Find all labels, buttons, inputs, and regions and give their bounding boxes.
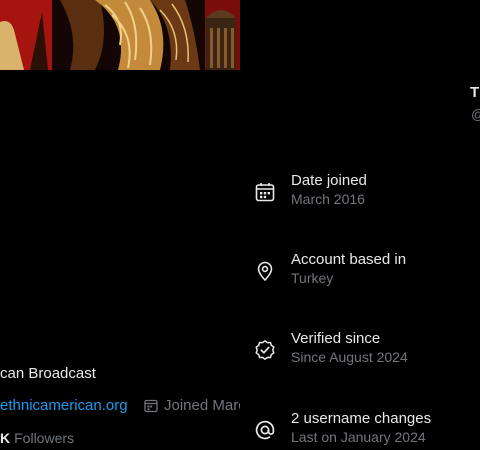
info-title: 2 username changes — [291, 410, 432, 427]
info-title: Account based in — [291, 251, 407, 268]
profile-bio: can Broadcast — [0, 365, 96, 382]
followers-count: K — [0, 430, 11, 446]
info-row-account-based-in: Account based in Turkey — [254, 251, 474, 291]
joined-date-text: Joined Marc — [164, 397, 240, 414]
profile-meta-row: ethnicamerican.org Joined Marc — [0, 396, 240, 418]
verified-badge-icon — [255, 340, 275, 360]
profile-panel: can Broadcast ethnicamerican.org Joined … — [0, 0, 240, 450]
info-subtitle: March 2016 — [291, 191, 365, 207]
info-title: Date joined — [291, 172, 367, 189]
account-handle: @ — [471, 106, 480, 122]
calendar-icon — [144, 399, 158, 413]
website-link[interactable]: ethnicamerican.org — [0, 397, 128, 414]
info-subtitle: Since August 2024 — [291, 349, 408, 365]
location-pin-icon — [257, 261, 273, 281]
calendar-icon — [255, 183, 275, 202]
account-display-name: Th — [470, 84, 480, 101]
about-account-panel: Th @ Date joined March 2016 Account base… — [240, 0, 480, 450]
banner-artwork — [0, 0, 240, 70]
info-subtitle: Last on January 2024 — [291, 429, 426, 445]
followers-count-link[interactable]: K Followers — [0, 430, 74, 446]
info-row-verified-since: Verified since Since August 2024 — [254, 330, 474, 370]
info-row-date-joined: Date joined March 2016 — [254, 172, 474, 212]
joined-date: Joined Marc — [144, 397, 240, 414]
profile-banner-image[interactable] — [0, 0, 240, 70]
info-subtitle: Turkey — [291, 270, 334, 286]
info-row-username-changes: 2 username changes Last on January 2024 — [254, 410, 474, 450]
info-title: Verified since — [291, 330, 381, 347]
followers-label: Followers — [14, 430, 75, 446]
at-sign-icon — [255, 420, 275, 440]
